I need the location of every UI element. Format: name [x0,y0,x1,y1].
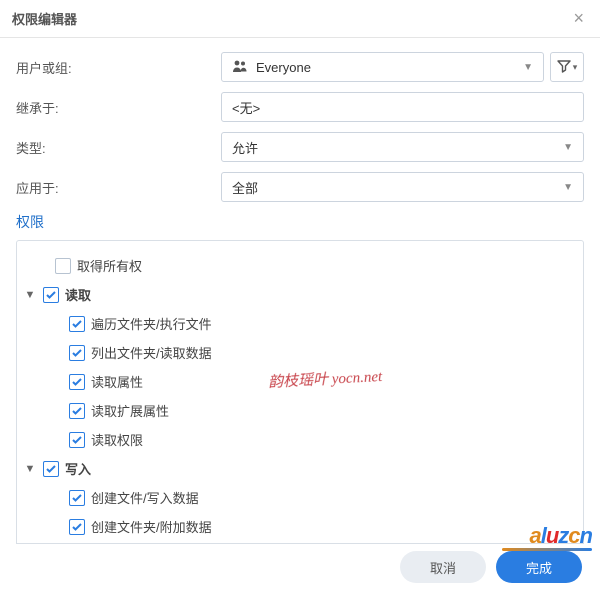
user-select[interactable]: Everyone ▼ [221,52,544,82]
row-user: 用户或组: Everyone ▼ ▾ [16,52,584,82]
done-button[interactable]: 完成 [496,551,582,583]
permission-tree[interactable]: 取得所有权 ▼ 读取 ▼ 遍历文件夹/执行文件 ▼ 列出文件夹/读取数据 ▼ 读 [16,240,584,544]
checkbox[interactable] [69,403,85,419]
tree-row: ▼ 列出文件夹/读取数据 [23,338,577,367]
funnel-icon [557,59,571,76]
apply-select[interactable]: 全部 ▼ [221,172,584,202]
type-select[interactable]: 允许 ▼ [221,132,584,162]
dialog-footer: 取消 完成 [400,551,582,583]
row-type: 类型: 允许 ▼ [16,132,584,162]
collapse-icon[interactable]: ▼ [23,463,37,475]
chevron-down-icon: ▾ [573,62,578,73]
checkbox[interactable] [69,519,85,535]
tree-label: 列出文件夹/读取数据 [91,343,212,362]
checkbox[interactable] [69,490,85,506]
apply-value: 全部 [232,178,258,197]
cancel-button[interactable]: 取消 [400,551,486,583]
close-button[interactable]: × [569,8,588,29]
row-inherit: 继承于: <无> [16,92,584,122]
tree-row: ▼ 读取属性 [23,367,577,396]
people-icon [232,59,248,76]
dialog: 权限编辑器 × 用户或组: Everyone ▼ ▾ [0,0,600,544]
tree-row: ▼ 创建文件夹/附加数据 [23,512,577,541]
user-select-value: Everyone [256,60,311,75]
chevron-down-icon: ▼ [563,142,573,153]
tree-label: 创建文件夹/附加数据 [91,517,212,536]
tree-label: 读取扩展属性 [91,401,169,420]
checkbox[interactable] [43,461,59,477]
tree-row: ▼ 读取 [23,280,577,309]
chevron-down-icon: ▼ [563,182,573,193]
checkbox[interactable] [69,374,85,390]
tree-row: ▼ 读取权限 [23,425,577,454]
tree-label: 取得所有权 [77,256,142,275]
tree-row: 取得所有权 [23,251,577,280]
label-apply: 应用于: [16,178,221,197]
checkbox[interactable] [69,316,85,332]
checkbox[interactable] [69,432,85,448]
control-user: Everyone ▼ ▾ [221,52,584,82]
tree-label: 写入 [65,459,91,478]
dialog-body: 用户或组: Everyone ▼ ▾ 继承于: [0,38,600,544]
checkbox[interactable] [55,258,71,274]
control-apply: 全部 ▼ [221,172,584,202]
label-user: 用户或组: [16,58,221,77]
dialog-header: 权限编辑器 × [0,0,600,38]
tree-row: ▼ 创建文件/写入数据 [23,483,577,512]
tree-label: 遍历文件夹/执行文件 [91,314,212,333]
collapse-icon[interactable]: ▼ [23,289,37,301]
label-inherit: 继承于: [16,98,221,117]
row-apply: 应用于: 全部 ▼ [16,172,584,202]
tree-label: 读取属性 [91,372,143,391]
inherit-value: <无> [232,98,260,117]
tree-row: ▼ 遍历文件夹/执行文件 [23,309,577,338]
chevron-down-icon: ▼ [523,62,533,73]
checkbox[interactable] [69,345,85,361]
label-type: 类型: [16,138,221,157]
tree-label: 读取权限 [91,430,143,449]
tree-row: ▼ 写入 [23,454,577,483]
tree-label: 创建文件/写入数据 [91,488,199,507]
tree-row: ▼ 读取扩展属性 [23,396,577,425]
section-title: 权限 [16,212,584,232]
tree-label: 读取 [65,285,91,304]
checkbox[interactable] [43,287,59,303]
control-type: 允许 ▼ [221,132,584,162]
type-value: 允许 [232,138,258,157]
close-icon: × [573,8,584,28]
dialog-title: 权限编辑器 [12,9,77,28]
control-inherit: <无> [221,92,584,122]
inherit-input[interactable]: <无> [221,92,584,122]
filter-button[interactable]: ▾ [550,52,584,82]
tree-row-partial: ▼ [23,541,577,544]
